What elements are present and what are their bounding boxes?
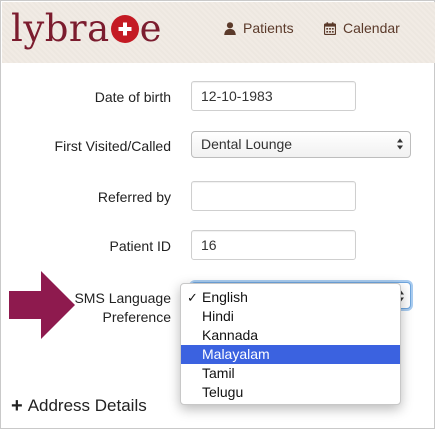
annotation-arrow-icon	[9, 271, 75, 339]
logo-text-prefix: lybra	[11, 6, 110, 50]
option-tamil[interactable]: Tamil	[181, 364, 400, 383]
logo-text-suffix: e	[139, 6, 163, 50]
option-kannada[interactable]: Kannada	[181, 326, 400, 345]
dob-field[interactable]: 12-10-1983	[191, 81, 356, 111]
first-visited-label: First Visited/Called	[54, 138, 171, 154]
address-details-label: Address Details	[27, 396, 147, 415]
calendar-icon	[324, 21, 336, 35]
option-malayalam[interactable]: Malayalam	[181, 345, 400, 364]
referred-label: Referred by	[97, 189, 171, 205]
option-hindi[interactable]: Hindi	[181, 307, 400, 326]
first-visited-select[interactable]: Dental Lounge	[191, 131, 411, 158]
patient-id-label: Patient ID	[109, 238, 171, 254]
nav-patients-label: Patients	[243, 20, 294, 36]
user-icon	[224, 21, 236, 35]
address-details-toggle[interactable]: + Address Details	[11, 396, 147, 416]
patient-id-field[interactable]: 16	[191, 230, 356, 260]
nav-patients[interactable]: Patients	[224, 18, 294, 38]
first-visited-value: Dental Lounge	[201, 136, 293, 152]
select-updown-icon	[397, 138, 403, 150]
medical-cross-icon	[110, 15, 139, 43]
plus-icon: +	[11, 395, 23, 417]
lybrate-logo[interactable]: lybra e	[11, 6, 162, 50]
option-telugu[interactable]: Telugu	[181, 383, 400, 402]
referred-field[interactable]	[191, 181, 356, 211]
sms-language-dropdown: ✓ English Hindi Kannada Malayalam Tamil …	[180, 283, 401, 405]
dob-label: Date of birth	[94, 89, 171, 105]
page-frame: lybra e Patients Calendar Date of birth …	[0, 0, 435, 429]
nav-calendar[interactable]: Calendar	[324, 18, 400, 38]
app-header: lybra e Patients Calendar	[2, 2, 435, 63]
checkmark-icon: ✓	[187, 290, 198, 305]
option-english[interactable]: ✓ English	[181, 288, 400, 307]
nav-calendar-label: Calendar	[343, 20, 400, 36]
